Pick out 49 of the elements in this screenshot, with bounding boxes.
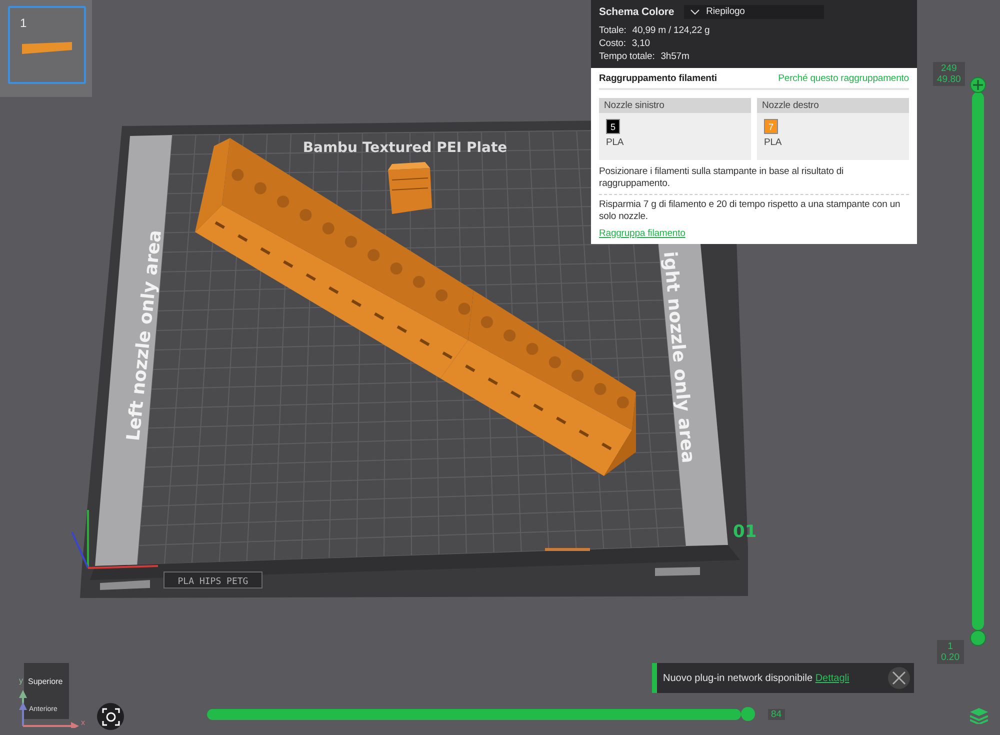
summary-label: Costo: [599, 37, 626, 50]
color-scheme-dropdown[interactable]: Riepilogo [684, 5, 824, 19]
layer-slider[interactable] [972, 92, 984, 630]
model-thumbnail-icon [22, 42, 72, 54]
filament-slot: 5 [606, 119, 620, 134]
layer-label: 249 49.80 [933, 62, 965, 86]
nozzle-name: Nozzle destro [757, 98, 909, 113]
plus-icon [973, 80, 983, 90]
cube-face-label: Superiore [28, 677, 64, 686]
layer-label: 1 0.20 [937, 640, 964, 664]
area-label: Left nozzle only area [123, 228, 166, 442]
small-part-drawing [388, 162, 432, 214]
slider-handle[interactable] [970, 630, 986, 646]
move-value: 84 [768, 709, 785, 720]
summary-label: Tempo totale: [599, 50, 655, 63]
instruction-text: Posizionare i filamenti sulla stampante in base al risultato di raggruppamento. [599, 166, 845, 190]
axis-label: y [19, 676, 23, 685]
details-link[interactable]: Dettagli [815, 672, 850, 684]
group-filament-link[interactable]: Raggruppa filamento [599, 228, 686, 239]
area-label: ight nozzle only area [659, 250, 698, 464]
plate-title: Bambu Textured PEI Plate [302, 140, 508, 156]
filament-slot: 7 [764, 119, 778, 134]
why-grouping-link[interactable]: Perché questo raggruppamento [778, 73, 909, 84]
summary-value: 40,99 m / 124,22 g [632, 24, 710, 37]
slider-handle[interactable] [741, 707, 755, 721]
camera-frame-icon [102, 708, 120, 726]
close-button[interactable] [888, 667, 910, 689]
slider-handle[interactable] [970, 77, 986, 93]
axes-icon [19, 688, 81, 728]
filament-material: PLA [606, 137, 624, 148]
summary-label: Totale: [599, 24, 626, 37]
color-scheme-label: Schema Colore [599, 6, 674, 18]
filament-label-plate: PLA HIPS PETG [164, 572, 262, 588]
summary-value: 3h57m [660, 50, 690, 63]
nozzle-name: Nozzle sinistro [599, 98, 751, 113]
notification-text: Nuovo plug-in network disponibile Dettagli [663, 672, 850, 684]
plate-thumbnail[interactable]: 1 [8, 6, 86, 84]
camera-reset-button[interactable] [97, 703, 124, 730]
plate-number: 01 [733, 522, 757, 542]
grouping-title: Raggruppamento filamenti [599, 73, 717, 84]
filament-material: PLA [764, 137, 782, 148]
close-icon [892, 671, 906, 685]
move-slider[interactable] [207, 709, 741, 720]
chevron-icon [690, 9, 700, 15]
plate-number: 1 [20, 16, 27, 30]
axis-label: x [81, 718, 85, 727]
savings-text: Risparmia 7 g di filamento e 20 di tempo rispetto a una stampante con un solo nozzle. [599, 194, 909, 223]
summary-value: 3,10 [632, 37, 650, 50]
layers-icon[interactable] [970, 708, 988, 724]
